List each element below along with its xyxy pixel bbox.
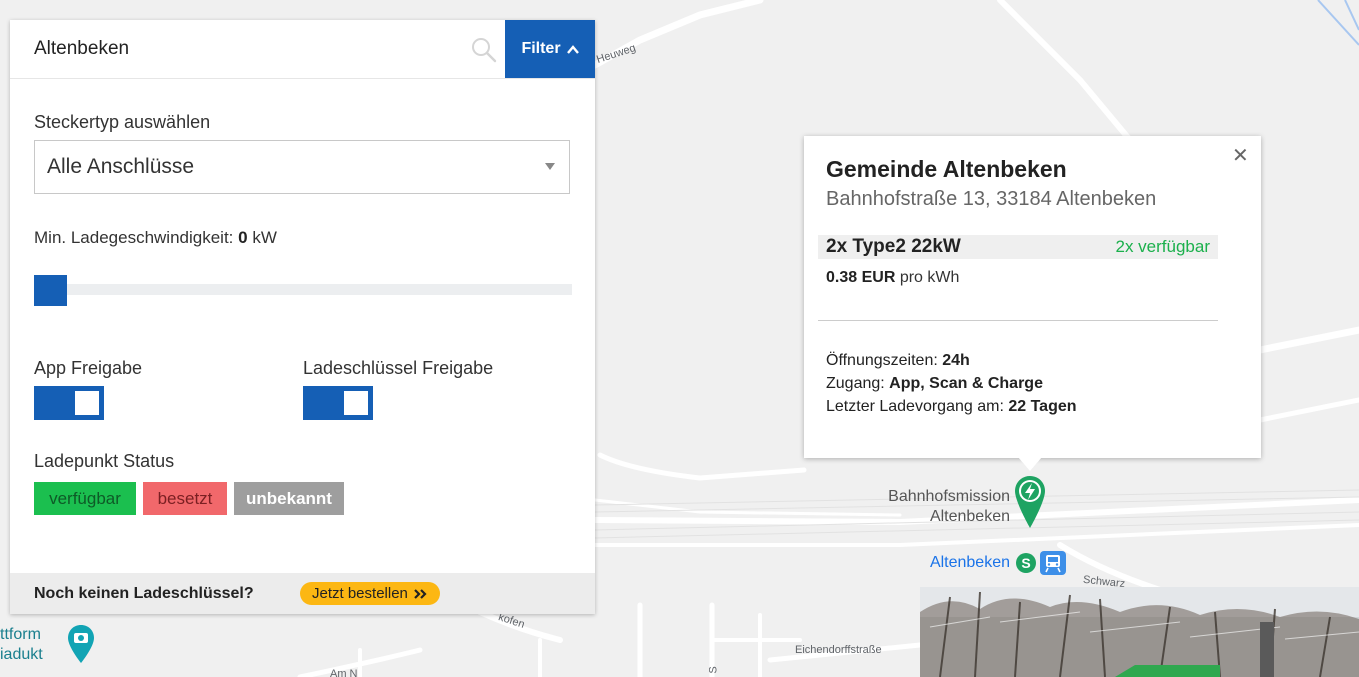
connector-availability: 2x verfügbar [1115,237,1211,256]
access-value: App, Scan & Charge [889,375,1043,392]
panel-footer: Noch keinen Ladeschlüssel? Jetzt bestell… [10,573,595,614]
status-chip-unknown[interactable]: unbekannt [234,482,344,515]
charger-pin-icon[interactable] [1013,474,1047,530]
key-release-label: Ladeschlüssel Freigabe [303,358,494,378]
price: 0.38 EUR pro kWh [826,269,959,287]
order-key-button[interactable]: Jetzt bestellen [300,582,440,605]
poi-mission-line1: Bahnhofsmission [888,488,1010,505]
app-release-toggle[interactable] [34,386,104,420]
status-label: Ladepunkt Status [34,451,175,471]
popup-divider [818,320,1218,321]
plug-type-selected: Alle Anschlüsse [47,155,195,178]
popup-pointer [1018,457,1042,471]
order-button-label: Jetzt bestellen [312,585,408,602]
station-photo[interactable] [920,587,1359,677]
poi-plattform-line2: iadukt [0,646,43,663]
toggle-knob [75,391,99,415]
poi-label-plattform[interactable]: ttform iadukt [0,625,66,665]
dropdown-caret-icon [545,163,555,170]
plug-type-label: Steckertyp auswählen [34,112,211,132]
footer-text: Noch keinen Ladeschlüssel? [34,585,254,602]
poi-label-station[interactable]: Altenbeken [880,553,1010,573]
search-icon[interactable] [470,36,498,64]
station-address: Bahnhofstraße 13, 33184 Altenbeken [826,188,1157,210]
last-charge-row: Letzter Ladevorgang am: 22 Tagen [826,398,1077,416]
toggle-knob [344,391,368,415]
opening-label: Öffnungszeiten: [826,352,938,369]
last-charge-label: Letzter Ladevorgang am: [826,398,1004,415]
close-icon[interactable]: ✕ [1232,146,1249,166]
street-label-eichendorff: Eichendorffstraße [795,644,882,656]
station-info-popup: ✕ Gemeinde Altenbeken Bahnhofstraße 13, … [804,136,1261,458]
connector-row: 2x Type2 22kW 2x verfügbar [818,235,1218,259]
poi-mission-line2: Altenbeken [929,508,1010,525]
search-bar: Filter [10,20,595,79]
min-speed-unit: kW [252,228,277,247]
min-speed-slider-thumb[interactable] [34,275,67,306]
search-input[interactable] [10,20,494,78]
price-unit: pro kWh [899,269,960,286]
access-row: Zugang: App, Scan & Charge [826,375,1043,393]
status-chip-available[interactable]: verfügbar [34,482,136,515]
street-label-s: S [707,666,720,674]
poi-plattform-line1: ttform [0,626,41,643]
min-speed-value: 0 [238,228,248,247]
chevron-up-icon [566,44,579,54]
key-release-toggle[interactable] [303,386,373,420]
min-speed-slider-track[interactable] [34,284,572,295]
opening-value: 24h [942,352,970,369]
price-value: 0.38 EUR [826,269,896,286]
min-speed-label-text: Min. Ladegeschwindigkeit: [34,228,234,247]
access-label: Zugang: [826,375,885,392]
filter-panel: Filter Steckertyp auswählen Alle Anschlü… [10,20,595,614]
poi-label-bahnhofsmission[interactable]: Bahnhofsmission Altenbeken [840,487,1010,527]
svg-text:S: S [1021,555,1030,571]
last-charge-value: 22 Tagen [1008,398,1077,415]
plug-type-select[interactable]: Alle Anschlüsse [34,140,570,194]
street-label-am: Am N [330,668,358,677]
connector-type: 2x Type2 22kW [826,236,961,257]
app-release-label: App Freigabe [34,358,143,378]
min-speed-label: Min. Ladegeschwindigkeit: 0 kW [34,228,277,248]
filter-toggle-button[interactable]: Filter [505,20,595,78]
train-icon [1040,551,1066,575]
s-bahn-icon: S [1016,553,1036,573]
camera-pin-icon[interactable] [67,624,95,664]
filter-button-label: Filter [521,40,561,57]
opening-hours-row: Öffnungszeiten: 24h [826,352,970,370]
double-chevron-right-icon [414,588,427,599]
status-chip-busy[interactable]: besetzt [143,482,227,515]
station-title: Gemeinde Altenbeken [826,156,1067,182]
